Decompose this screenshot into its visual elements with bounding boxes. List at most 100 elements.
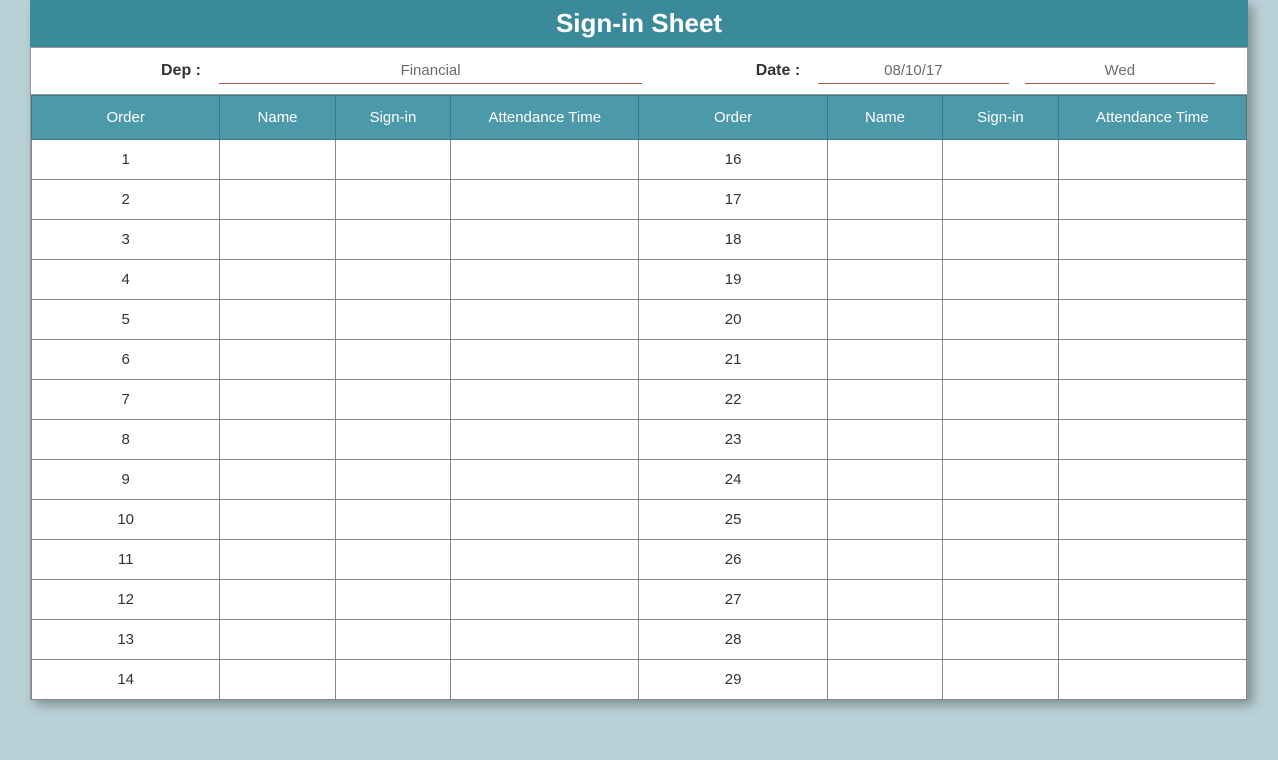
name-cell	[827, 380, 942, 420]
signin-cell	[943, 540, 1058, 580]
name-cell	[827, 620, 942, 660]
order-cell: 18	[639, 220, 827, 260]
table-row: 12 27	[32, 580, 1247, 620]
attendance-cell	[451, 420, 639, 460]
attendance-cell	[1058, 220, 1246, 260]
name-cell	[827, 580, 942, 620]
signin-cell	[335, 540, 450, 580]
order-cell: 23	[639, 420, 827, 460]
signin-cell	[943, 300, 1058, 340]
order-cell: 4	[32, 260, 220, 300]
attendance-cell	[451, 620, 639, 660]
order-cell: 25	[639, 500, 827, 540]
attendance-cell	[1058, 580, 1246, 620]
dep-label: Dep :	[31, 62, 211, 80]
signin-cell	[335, 140, 450, 180]
signin-cell	[335, 340, 450, 380]
signin-cell	[943, 180, 1058, 220]
name-cell	[827, 540, 942, 580]
attendance-cell	[451, 140, 639, 180]
order-cell: 16	[639, 140, 827, 180]
header-attendance-right: Attendance Time	[1058, 96, 1246, 140]
header-attendance-left: Attendance Time	[451, 96, 639, 140]
signin-cell	[943, 660, 1058, 700]
table-row: 722	[32, 380, 1247, 420]
name-cell	[220, 500, 335, 540]
signin-cell	[943, 340, 1058, 380]
table-row: 621	[32, 340, 1247, 380]
name-cell	[827, 180, 942, 220]
attendance-cell	[451, 380, 639, 420]
name-cell	[827, 660, 942, 700]
name-cell	[827, 500, 942, 540]
name-cell	[220, 660, 335, 700]
order-cell: 12	[32, 580, 220, 620]
name-cell	[827, 220, 942, 260]
attendance-table: Order Name Sign-in Attendance Time Order…	[31, 95, 1247, 700]
signin-cell	[943, 220, 1058, 260]
order-cell: 21	[639, 340, 827, 380]
attendance-cell	[1058, 260, 1246, 300]
order-cell: 20	[639, 300, 827, 340]
order-cell: 5	[32, 300, 220, 340]
signin-cell	[335, 660, 450, 700]
sheet-title: Sign-in Sheet	[30, 0, 1248, 47]
attendance-cell	[1058, 660, 1246, 700]
order-cell: 24	[639, 460, 827, 500]
table-row: 1126	[32, 540, 1247, 580]
signin-cell	[335, 500, 450, 540]
header-name-left: Name	[220, 96, 335, 140]
header-row: Order Name Sign-in Attendance Time Order…	[32, 96, 1247, 140]
table-row: 116	[32, 140, 1247, 180]
attendance-cell	[451, 180, 639, 220]
signin-cell	[335, 420, 450, 460]
name-cell	[220, 420, 335, 460]
attendance-cell	[451, 300, 639, 340]
name-cell	[220, 340, 335, 380]
signin-cell	[335, 580, 450, 620]
signin-cell	[335, 460, 450, 500]
table-row: 924	[32, 460, 1247, 500]
attendance-cell	[451, 260, 639, 300]
header-name-right: Name	[827, 96, 942, 140]
attendance-cell	[451, 580, 639, 620]
order-cell: 14	[32, 660, 220, 700]
date-label: Date :	[650, 62, 810, 80]
signin-cell	[335, 300, 450, 340]
attendance-cell	[451, 220, 639, 260]
header-order-left: Order	[32, 96, 220, 140]
table-row: 217	[32, 180, 1247, 220]
attendance-cell	[1058, 500, 1246, 540]
signin-cell	[943, 500, 1058, 540]
attendance-cell	[451, 340, 639, 380]
signin-cell	[943, 260, 1058, 300]
attendance-cell	[451, 460, 639, 500]
name-cell	[827, 420, 942, 460]
order-cell: 7	[32, 380, 220, 420]
table-row: 8 23	[32, 420, 1247, 460]
order-cell: 27	[639, 580, 827, 620]
day-value: Wed	[1025, 58, 1215, 84]
table-row: 1025	[32, 500, 1247, 540]
attendance-cell	[451, 660, 639, 700]
order-cell: 8	[32, 420, 220, 460]
sign-in-sheet: Sign-in Sheet Dep : Financial Date : 08/…	[30, 0, 1248, 700]
signin-cell	[335, 220, 450, 260]
name-cell	[220, 180, 335, 220]
name-cell	[220, 540, 335, 580]
order-cell: 13	[32, 620, 220, 660]
signin-cell	[335, 260, 450, 300]
table-row: 14 29	[32, 660, 1247, 700]
signin-cell	[335, 380, 450, 420]
signin-cell	[943, 380, 1058, 420]
order-cell: 29	[639, 660, 827, 700]
info-row: Dep : Financial Date : 08/10/17 Wed	[30, 47, 1248, 95]
name-cell	[220, 300, 335, 340]
header-signin-left: Sign-in	[335, 96, 450, 140]
order-cell: 3	[32, 220, 220, 260]
attendance-cell	[1058, 300, 1246, 340]
table-row: 3 18	[32, 220, 1247, 260]
order-cell: 11	[32, 540, 220, 580]
signin-cell	[335, 180, 450, 220]
table-row: 5 20	[32, 300, 1247, 340]
